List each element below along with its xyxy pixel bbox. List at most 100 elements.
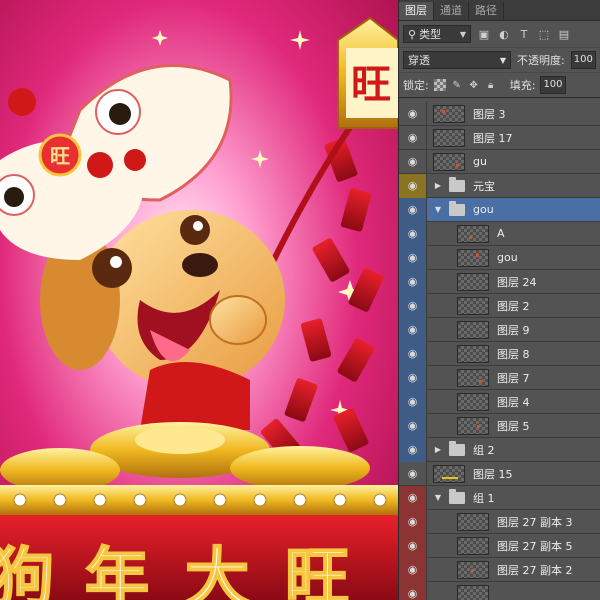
layer-row[interactable]: ◉ 图层 27 副本 3 (399, 509, 600, 534)
lock-paint-brush-icon[interactable]: ✎ (451, 79, 463, 91)
tab-channels[interactable]: 通道 (434, 2, 469, 20)
layer-row[interactable]: ◉ 图层 7 (399, 365, 600, 390)
layer-thumbnail[interactable] (457, 584, 489, 600)
expand-arrow-down-icon[interactable]: ▼ (433, 493, 443, 502)
visibility-eye-icon[interactable]: ◉ (399, 269, 427, 294)
thumbnail-mark (476, 253, 479, 257)
visibility-eye-icon[interactable]: ◉ (399, 102, 427, 126)
layers-panel: 图层 通道 路径 ⚲ 类型 ▼ ▣ ◐ T ⬚ ▤ 穿透 ▼ 不透明度: 100… (398, 0, 600, 600)
lock-row: 锁定: ✎ ✥ 🔒︎ 填充: 100 (399, 72, 600, 98)
visibility-eye-icon[interactable]: ◉ (399, 557, 427, 582)
visibility-eye-icon[interactable]: ◉ (399, 581, 427, 600)
layer-name: 组 2 (473, 443, 495, 457)
visibility-eye-icon[interactable]: ◉ (399, 293, 427, 318)
layer-thumbnail[interactable] (457, 512, 489, 531)
opacity-input[interactable]: 100 (570, 51, 596, 69)
layer-name: 图层 15 (473, 467, 513, 481)
banner-char-1: 狗 (0, 541, 54, 600)
folder-icon (449, 176, 465, 192)
visibility-eye-icon[interactable]: ◉ (399, 317, 427, 342)
tab-paths[interactable]: 路径 (469, 2, 504, 20)
blend-mode-value: 穿透 (408, 54, 430, 67)
filter-adjustment-icon[interactable]: ◐ (497, 27, 511, 41)
layer-thumbnail[interactable] (457, 248, 489, 267)
layer-row[interactable]: ◉ A (399, 221, 600, 246)
lock-move-icon[interactable]: ✥ (468, 79, 480, 91)
layer-row[interactable]: ◉ 图层 27 副本 2 (399, 557, 600, 582)
visibility-eye-icon[interactable]: ◉ (399, 197, 427, 222)
layer-group-row[interactable]: ◉ ▶ 元宝 (399, 173, 600, 198)
layer-thumbnail[interactable] (433, 152, 465, 171)
layer-thumbnail[interactable] (433, 104, 465, 123)
filter-type-icon[interactable]: T (517, 27, 531, 41)
visibility-eye-icon[interactable]: ◉ (399, 485, 427, 510)
visibility-eye-icon[interactable]: ◉ (399, 413, 427, 438)
document-canvas[interactable]: 旺 旺 狗 年 大 旺 (0, 0, 398, 600)
chevron-down-icon: ▼ (499, 55, 506, 65)
layer-thumbnail[interactable] (457, 368, 489, 387)
layer-row[interactable]: ◉ 图层 8 (399, 341, 600, 366)
visibility-eye-icon[interactable]: ◉ (399, 221, 427, 246)
lock-transparent-icon[interactable] (433, 79, 446, 91)
visibility-eye-icon[interactable]: ◉ (399, 461, 427, 486)
layer-row[interactable]: ◉ 图层 15 (399, 461, 600, 486)
layer-thumbnail[interactable] (457, 392, 489, 411)
layer-row[interactable]: ◉ 图层 24 (399, 269, 600, 294)
layer-group-row[interactable]: ◉ ▼ gou (399, 197, 600, 222)
artwork: 旺 旺 狗 年 大 旺 (0, 0, 398, 600)
layer-row[interactable]: ◉ 图层 27 副本 5 (399, 533, 600, 558)
layer-row[interactable]: ◉ 图层 3 (399, 102, 600, 126)
tab-layers[interactable]: 图层 (399, 2, 434, 20)
fill-label: 填充: (509, 79, 536, 92)
layer-row[interactable]: ◉ 图层 9 (399, 317, 600, 342)
visibility-eye-icon[interactable]: ◉ (399, 533, 427, 558)
layer-thumbnail[interactable] (457, 272, 489, 291)
thumbnail-mark (471, 568, 474, 572)
layer-row[interactable]: ◉ 图层 2 (399, 293, 600, 318)
layer-group-row[interactable]: ◉ ▶ 组 2 (399, 437, 600, 462)
lock-all-icon[interactable]: 🔒︎ (485, 79, 497, 91)
visibility-eye-icon[interactable]: ◉ (399, 437, 427, 462)
layer-row[interactable]: ◉ 图层 17 (399, 125, 600, 150)
visibility-eye-icon[interactable]: ◉ (399, 389, 427, 414)
filter-type-select[interactable]: ⚲ 类型 ▼ (403, 25, 471, 43)
layer-row[interactable]: ◉ 图层 4 (399, 389, 600, 414)
visibility-eye-icon[interactable]: ◉ (399, 149, 427, 174)
visibility-eye-icon[interactable]: ◉ (399, 341, 427, 366)
filter-smart-object-icon[interactable]: ▤ (557, 27, 571, 41)
layer-thumbnail[interactable] (433, 464, 465, 483)
fortune-sign: 旺 (337, 16, 398, 129)
blend-row: 穿透 ▼ 不透明度: 100 (399, 47, 600, 72)
layer-thumbnail[interactable] (457, 560, 489, 579)
layer-thumbnail[interactable] (457, 296, 489, 315)
expand-arrow-right-icon[interactable]: ▶ (433, 181, 443, 190)
folder-icon (449, 200, 465, 216)
filter-pixel-icon[interactable]: ▣ (477, 27, 491, 41)
layer-name: 图层 3 (473, 107, 506, 121)
fill-input[interactable]: 100 (540, 76, 566, 94)
layer-thumbnail[interactable] (457, 536, 489, 555)
layer-thumbnail[interactable] (457, 416, 489, 435)
expand-arrow-right-icon[interactable]: ▶ (433, 445, 443, 454)
visibility-eye-icon[interactable]: ◉ (399, 509, 427, 534)
layer-row[interactable]: ◉ (399, 581, 600, 600)
expand-arrow-down-icon[interactable]: ▼ (433, 205, 443, 214)
visibility-eye-icon[interactable]: ◉ (399, 365, 427, 390)
layer-row[interactable]: ◉ gou (399, 245, 600, 270)
layer-row[interactable]: ◉ gu (399, 149, 600, 174)
layer-group-row[interactable]: ◉ ▼ 组 1 (399, 485, 600, 510)
layer-name: 组 1 (473, 491, 495, 505)
visibility-eye-icon[interactable]: ◉ (399, 245, 427, 270)
visibility-eye-icon[interactable]: ◉ (399, 125, 427, 150)
banner-char-4: 旺 (285, 541, 349, 600)
layer-thumbnail[interactable] (457, 224, 489, 243)
visibility-eye-icon[interactable]: ◉ (399, 173, 427, 198)
layer-thumbnail[interactable] (457, 320, 489, 339)
layer-thumbnail[interactable] (457, 344, 489, 363)
filter-row: ⚲ 类型 ▼ ▣ ◐ T ⬚ ▤ (399, 21, 600, 47)
layer-thumbnail[interactable] (433, 128, 465, 147)
layer-name: 图层 4 (497, 395, 530, 409)
layer-row[interactable]: ◉ 图层 5 (399, 413, 600, 438)
filter-shape-icon[interactable]: ⬚ (537, 27, 551, 41)
blend-mode-select[interactable]: 穿透 ▼ (403, 51, 511, 69)
